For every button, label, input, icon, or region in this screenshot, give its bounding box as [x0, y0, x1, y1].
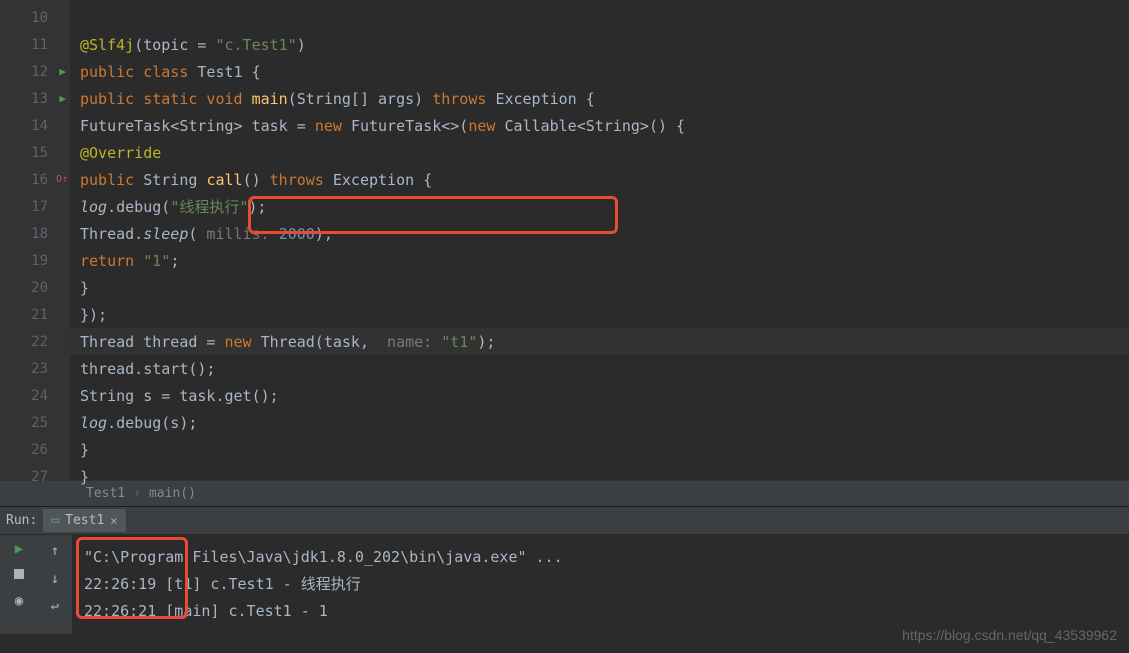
camera-icon[interactable]: ◉ [15, 593, 23, 609]
line-number[interactable]: 15 [0, 139, 70, 166]
arrow-up-icon[interactable]: ↑ [51, 543, 59, 559]
line-number[interactable]: 20 [0, 274, 70, 301]
override-icon[interactable]: O↑ [56, 174, 68, 185]
line-number[interactable]: 25 [0, 409, 70, 436]
console-line: "C:\Program Files\Java\jdk1.8.0_202\bin\… [84, 543, 1117, 570]
line-number[interactable]: 11 [0, 31, 70, 58]
line-number[interactable]: 22 [0, 328, 70, 355]
stop-icon[interactable] [14, 567, 24, 583]
code-editor[interactable]: @Slf4j(topic = "c.Test1") public class T… [70, 0, 1129, 480]
line-number[interactable]: 27 [0, 463, 70, 490]
rerun-icon[interactable]: ▶ [15, 541, 23, 557]
gutter: 10 11 12▶ 13▶ 14 15 16O↑ 17 18 19 20 21 … [0, 0, 70, 480]
run-toolbar-left2: ↑ ↓ ↩ [38, 535, 72, 634]
line-number[interactable]: 23 [0, 355, 70, 382]
line-number[interactable]: 26 [0, 436, 70, 463]
console-output[interactable]: "C:\Program Files\Java\jdk1.8.0_202\bin\… [72, 535, 1129, 634]
run-header: Run: ▭ Test1 × [0, 507, 1129, 535]
line-number[interactable]: 10 [0, 4, 70, 31]
line-number[interactable]: 19 [0, 247, 70, 274]
close-icon[interactable]: × [110, 514, 117, 528]
line-number[interactable]: 14 [0, 112, 70, 139]
line-number[interactable]: 13▶ [0, 85, 70, 112]
line-number[interactable]: 16O↑ [0, 166, 70, 193]
line-number[interactable]: 21 [0, 301, 70, 328]
line-number[interactable]: 24 [0, 382, 70, 409]
run-label: Run: [6, 513, 37, 528]
watermark: https://blog.csdn.net/qq_43539962 [902, 627, 1117, 643]
console-line: 22:26:19 [t1] c.Test1 - 线程执行 [84, 570, 1117, 597]
run-tab[interactable]: ▭ Test1 × [43, 509, 125, 532]
line-number[interactable]: 12▶ [0, 58, 70, 85]
run-config-icon: ▭ [51, 513, 59, 528]
run-gutter-icon[interactable]: ▶ [59, 92, 66, 105]
run-panel: Run: ▭ Test1 × ▶ ◉ ↑ ↓ ↩ "C:\Program Fil… [0, 506, 1129, 634]
line-number[interactable]: 18 [0, 220, 70, 247]
run-toolbar-left: ▶ ◉ [0, 535, 38, 634]
run-gutter-icon[interactable]: ▶ [59, 65, 66, 78]
line-number[interactable]: 17 [0, 193, 70, 220]
console-line: 22:26:21 [main] c.Test1 - 1 [84, 597, 1117, 624]
editor-area: 10 11 12▶ 13▶ 14 15 16O↑ 17 18 19 20 21 … [0, 0, 1129, 480]
arrow-down-icon[interactable]: ↓ [51, 571, 59, 587]
soft-wrap-icon[interactable]: ↩ [51, 599, 59, 615]
